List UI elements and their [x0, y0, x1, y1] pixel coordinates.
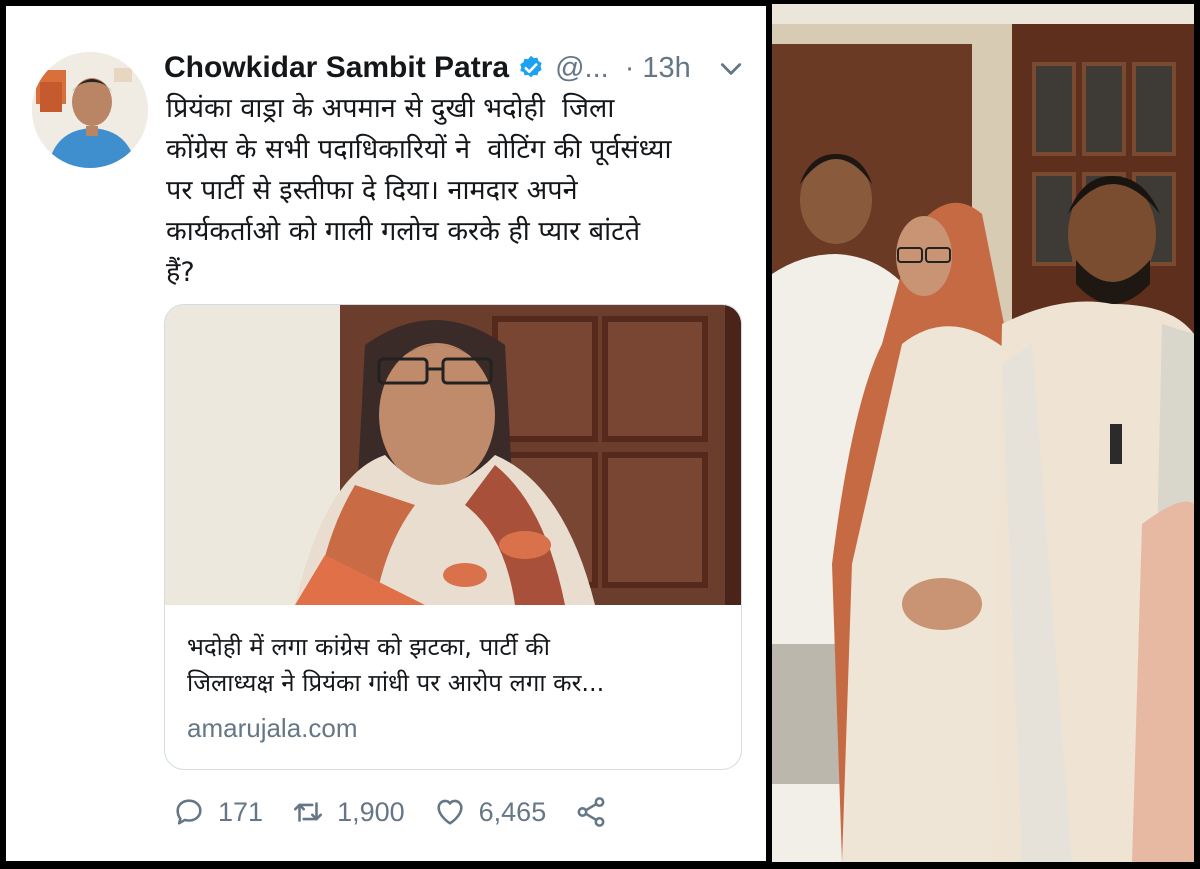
verified-badge-icon — [520, 55, 542, 78]
share-button[interactable] — [574, 795, 608, 829]
card-domain: amarujala.com — [187, 713, 358, 743]
chevron-down-icon[interactable] — [718, 56, 744, 82]
group-photo — [772, 4, 1194, 862]
card-image — [165, 305, 741, 605]
author-name[interactable]: Chowkidar Sambit Patra — [164, 51, 509, 85]
reply-button[interactable]: 171 — [172, 795, 263, 829]
like-count: 6,465 — [478, 796, 547, 827]
tweet-actions: 171 1,900 6,465 — [172, 792, 636, 832]
share-icon — [577, 797, 605, 827]
retweet-icon — [294, 802, 323, 822]
avatar-picture — [32, 52, 148, 168]
reply-count: 171 — [218, 796, 264, 827]
like-button[interactable]: 6,465 — [433, 795, 547, 829]
tweet-header: Chowkidar Sambit Patra @... · 13h — [164, 48, 691, 88]
retweet-count: 1,900 — [337, 796, 405, 827]
author-handle[interactable]: @... — [555, 52, 609, 85]
group-photo-image — [772, 4, 1194, 862]
separator-dot: · — [624, 51, 635, 84]
tweet-timestamp[interactable]: 13h — [642, 52, 690, 85]
reply-icon — [176, 799, 202, 825]
link-card[interactable]: भदोही में लगा कांग्रेस को झटका, पार्टी क… — [164, 304, 742, 770]
retweet-button[interactable]: 1,900 — [291, 795, 405, 829]
card-photo — [165, 305, 741, 605]
card-title: भदोही में लगा कांग्रेस को झटका, पार्टी क… — [187, 633, 605, 697]
author-avatar[interactable] — [32, 52, 148, 168]
heart-icon — [437, 799, 463, 825]
tweet-panel: Chowkidar Sambit Patra @... · 13h प्रियं… — [6, 6, 766, 861]
tweet-text: प्रियंका वाड्रा के अपमान से दुखी भदोही ज… — [166, 93, 672, 288]
